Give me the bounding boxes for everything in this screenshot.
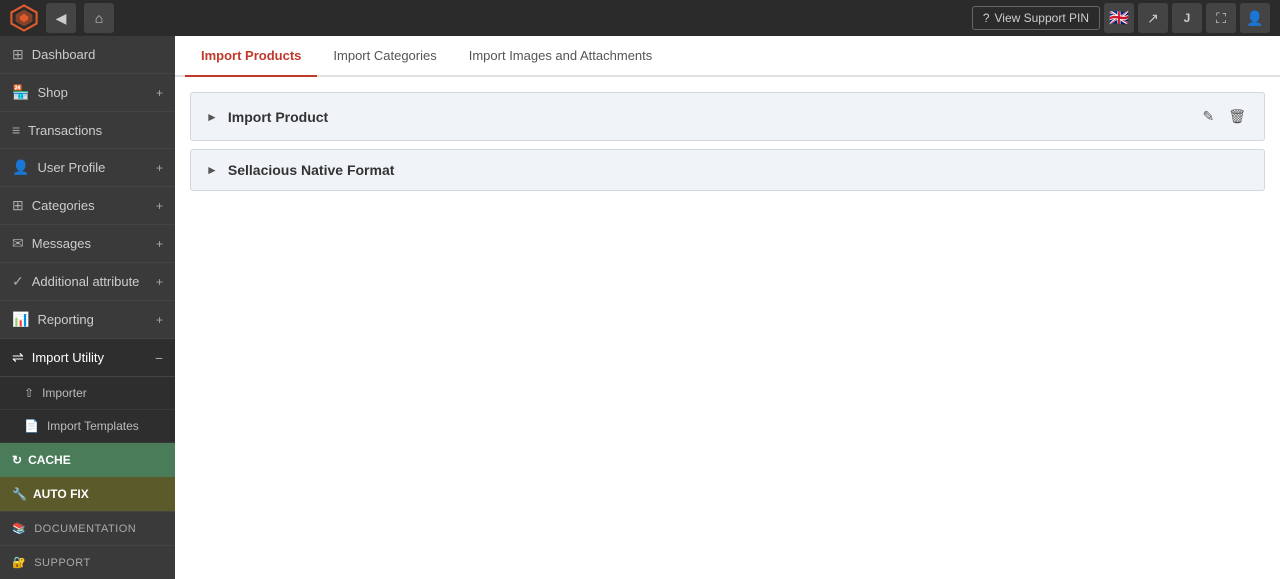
sidebar-item-dashboard[interactable]: ⊞ Dashboard <box>0 36 175 74</box>
plus-icon: + <box>156 313 163 327</box>
sidebar-item-label: Shop <box>37 85 67 100</box>
top-nav-right: ? View Support PIN 🇬🇧 ↗ J ⛶ 👤 <box>972 3 1270 33</box>
accordion-import-product-header[interactable]: ► Import Product ✎ 🗑 <box>191 93 1264 140</box>
sidebar-item-label: User Profile <box>37 160 105 175</box>
edit-icon[interactable]: ✎ <box>1199 105 1217 128</box>
accordion-sellacious-native-header[interactable]: ► Sellacious Native Format <box>191 150 1264 190</box>
joomla-icon: J <box>1184 11 1191 25</box>
tab-import-products[interactable]: Import Products <box>185 36 317 77</box>
support-pin-label: View Support PIN <box>995 11 1090 25</box>
expand-button[interactable]: ⛶ <box>1206 3 1236 33</box>
cache-button[interactable]: ↻ CACHE <box>0 443 175 477</box>
sidebar-item-reporting[interactable]: 📊 Reporting + <box>0 301 175 339</box>
sidebar: ⊞ Dashboard 🏪 Shop + ≡ Transactions 👤 Us… <box>0 36 175 579</box>
plus-icon: + <box>156 161 163 175</box>
sidebar-item-categories[interactable]: ⊞ Categories + <box>0 187 175 225</box>
tabs-bar: Import Products Import Categories Import… <box>175 36 1280 77</box>
refresh-icon: ↻ <box>12 453 22 467</box>
flag-icon: 🇬🇧 <box>1109 8 1129 28</box>
plus-icon: + <box>156 237 163 251</box>
cache-label: CACHE <box>28 453 71 467</box>
sidebar-item-user-profile[interactable]: 👤 User Profile + <box>0 149 175 187</box>
chevron-right-icon: ► <box>206 110 218 124</box>
sidebar-bottom-links: 📚 DOCUMENTATION 🔐 SUPPORT <box>0 511 175 579</box>
sidebar-item-label: Reporting <box>37 312 93 327</box>
plus-icon: + <box>156 86 163 100</box>
wrench-icon: 🔧 <box>12 487 27 501</box>
accordion-import-product-label: Import Product <box>228 109 328 125</box>
sidebar-item-label: Categories <box>32 198 95 213</box>
sidebar-sub-menu: ⇧ Importer 📄 Import Templates <box>0 377 175 443</box>
top-nav: ◀ ⌂ ? View Support PIN 🇬🇧 ↗ J ⛶ 👤 <box>0 0 1280 36</box>
back-button[interactable]: ◀ <box>46 3 76 33</box>
sidebar-item-label: Import Utility <box>32 350 104 365</box>
shop-icon: 🏪 <box>12 84 29 101</box>
sidebar-item-label: Transactions <box>28 123 102 138</box>
sidebar-item-label: Dashboard <box>32 47 96 62</box>
categories-icon: ⊞ <box>12 197 24 214</box>
accordion-sellacious-native-label: Sellacious Native Format <box>228 162 395 178</box>
sidebar-item-import-utility[interactable]: ⇌ Import Utility − <box>0 339 175 377</box>
joomla-button[interactable]: J <box>1172 3 1202 33</box>
attr-icon: ✓ <box>12 273 24 290</box>
sidebar-sub-label: Importer <box>42 386 87 400</box>
reporting-icon: 📊 <box>12 311 29 328</box>
sidebar-item-import-templates[interactable]: 📄 Import Templates <box>0 410 175 443</box>
sidebar-item-label: Additional attribute <box>32 274 140 289</box>
sidebar-item-shop[interactable]: 🏪 Shop + <box>0 74 175 112</box>
support-pin-button[interactable]: ? View Support PIN <box>972 6 1100 30</box>
sidebar-item-messages[interactable]: ✉ Messages + <box>0 225 175 263</box>
minus-icon: − <box>155 350 163 366</box>
transactions-icon: ≡ <box>12 122 20 138</box>
tab-label: Import Categories <box>333 48 436 63</box>
autofix-label: AUTO FIX <box>33 487 89 501</box>
plus-icon: + <box>156 199 163 213</box>
dashboard-icon: ⊞ <box>12 46 24 63</box>
documentation-icon: 📚 <box>12 522 26 535</box>
messages-icon: ✉ <box>12 235 24 252</box>
tab-label: Import Products <box>201 48 301 63</box>
top-nav-left: ◀ ⌂ <box>10 3 114 33</box>
question-icon: ? <box>983 11 990 25</box>
accordion-import-product: ► Import Product ✎ 🗑 <box>190 92 1265 141</box>
sidebar-item-support[interactable]: 🔐 SUPPORT <box>0 546 175 579</box>
home-button[interactable]: ⌂ <box>84 3 114 33</box>
external-button[interactable]: ↗ <box>1138 3 1168 33</box>
documentation-label: DOCUMENTATION <box>34 523 136 535</box>
tab-import-images[interactable]: Import Images and Attachments <box>453 36 669 77</box>
logo-icon <box>10 4 38 32</box>
accordion-sellacious-native: ► Sellacious Native Format <box>190 149 1265 191</box>
support-icon: 🔐 <box>12 556 26 569</box>
tab-label: Import Images and Attachments <box>469 48 653 63</box>
sidebar-item-documentation[interactable]: 📚 DOCUMENTATION <box>0 512 175 546</box>
support-label: SUPPORT <box>34 557 90 569</box>
importer-icon: ⇧ <box>24 386 34 400</box>
autofix-button[interactable]: 🔧 AUTO FIX <box>0 477 175 511</box>
user-button[interactable]: 👤 <box>1240 3 1270 33</box>
tab-import-categories[interactable]: Import Categories <box>317 36 452 77</box>
content-area: Import Products Import Categories Import… <box>175 36 1280 579</box>
user-icon: 👤 <box>1246 10 1263 27</box>
expand-icon: ⛶ <box>1216 10 1226 27</box>
sidebar-item-transactions[interactable]: ≡ Transactions <box>0 112 175 149</box>
sidebar-item-importer[interactable]: ⇧ Importer <box>0 377 175 410</box>
file-icon: 📄 <box>24 419 39 433</box>
home-icon: ⌂ <box>95 10 103 26</box>
flag-button[interactable]: 🇬🇧 <box>1104 3 1134 33</box>
sidebar-item-additional-attribute[interactable]: ✓ Additional attribute + <box>0 263 175 301</box>
main-layout: ⊞ Dashboard 🏪 Shop + ≡ Transactions 👤 Us… <box>0 36 1280 579</box>
user-profile-icon: 👤 <box>12 159 29 176</box>
chevron-right-icon: ► <box>206 163 218 177</box>
external-icon: ↗ <box>1147 10 1159 27</box>
delete-icon[interactable]: 🗑 <box>1225 105 1249 128</box>
sidebar-sub-label: Import Templates <box>47 419 139 433</box>
content-body: ► Import Product ✎ 🗑 ► Sellacious Native… <box>175 77 1280 579</box>
sidebar-item-label: Messages <box>32 236 91 251</box>
logo <box>10 4 38 32</box>
import-utility-icon: ⇌ <box>12 349 24 366</box>
back-icon: ◀ <box>56 10 67 27</box>
plus-icon: + <box>156 275 163 289</box>
